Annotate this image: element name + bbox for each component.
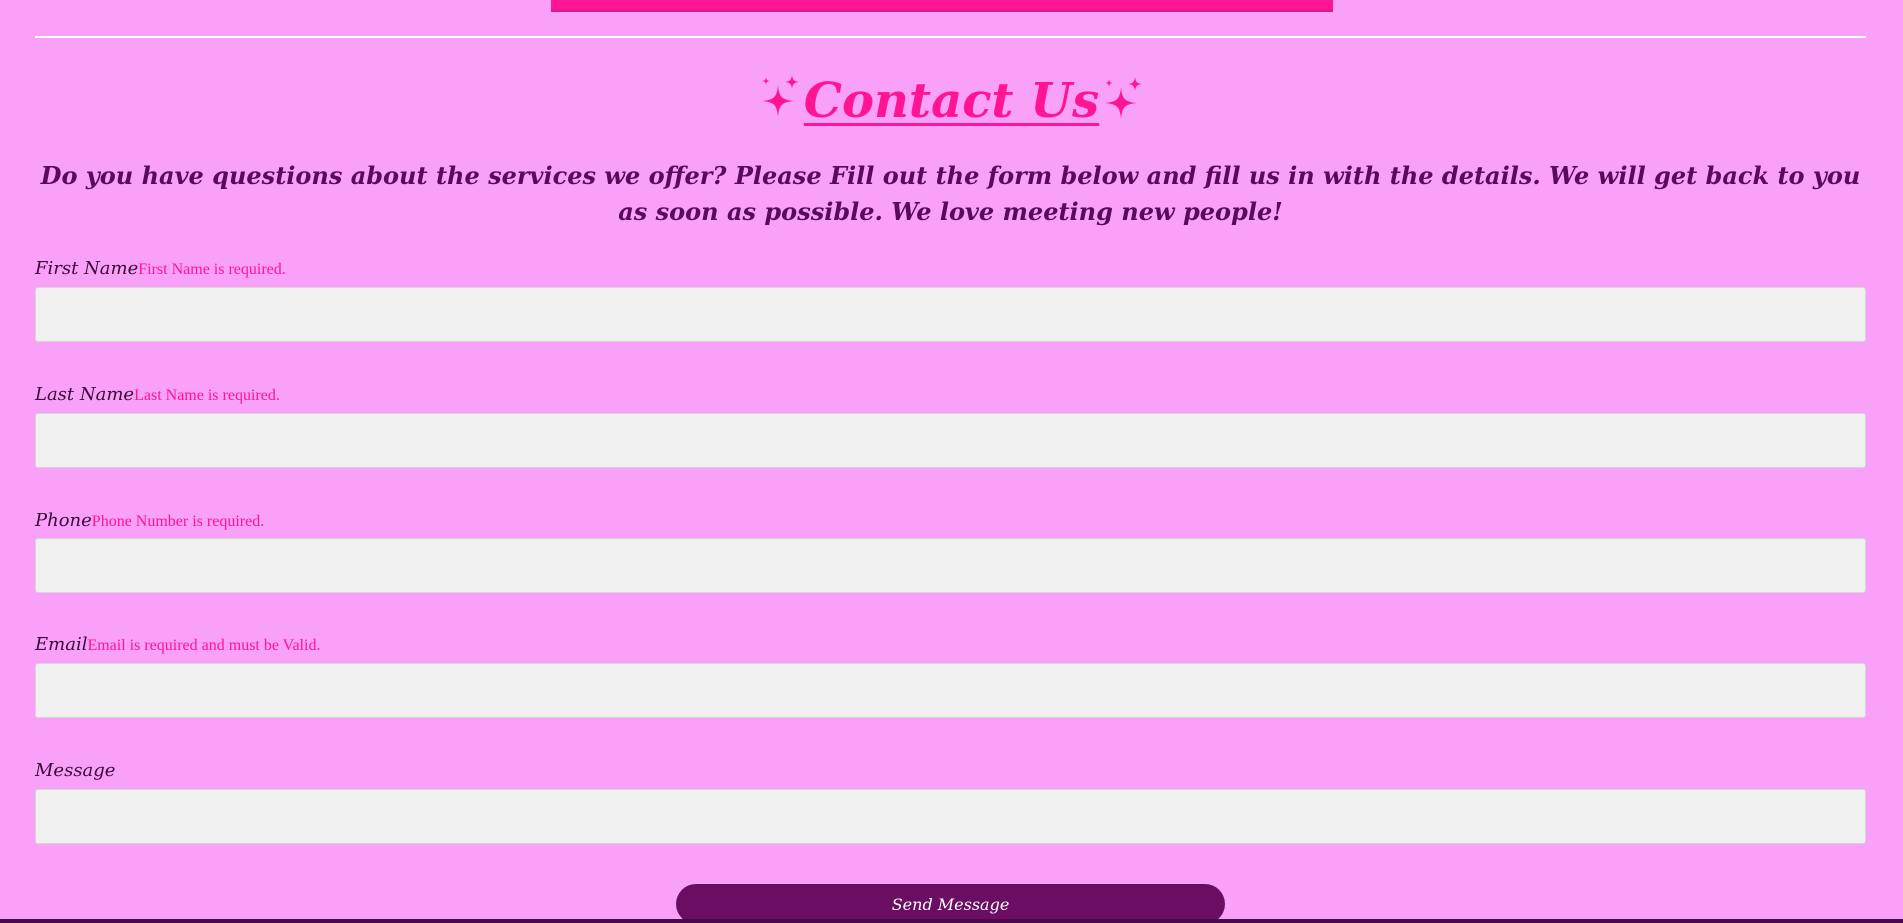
message-label-row: Message (35, 759, 115, 783)
last-name-input[interactable] (35, 413, 1866, 468)
email-label: Email (35, 634, 88, 655)
page-title-row: Contact Us (0, 66, 1903, 136)
first-name-error: First Name is required. (138, 261, 286, 278)
section-divider (35, 36, 1866, 38)
sparkles-icon (758, 73, 802, 129)
page-title: Contact Us (803, 73, 1100, 129)
last-name-error: Last Name is required. (134, 387, 280, 404)
last-name-label: Last Name (35, 384, 135, 405)
send-message-button[interactable]: Send Message (676, 884, 1225, 923)
sparkles-icon (1101, 73, 1145, 129)
email-input[interactable] (35, 663, 1866, 718)
last-name-label-row: Last NameLast Name is required. (35, 383, 280, 407)
message-label: Message (35, 760, 116, 781)
first-name-label-row: First NameFirst Name is required. (35, 257, 286, 281)
phone-input[interactable] (35, 538, 1866, 593)
page-bottom-edge (0, 919, 1903, 923)
top-accent-bar-rim (551, 10, 1333, 12)
first-name-input[interactable] (35, 287, 1866, 342)
phone-error: Phone Number is required. (91, 513, 265, 530)
intro-text: Do you have questions about the services… (40, 161, 1861, 226)
email-label-row: EmailEmail is required and must be Valid… (35, 633, 320, 657)
phone-label: Phone (35, 510, 92, 531)
message-input[interactable] (35, 789, 1866, 844)
phone-label-row: PhonePhone Number is required. (35, 509, 264, 533)
email-error: Email is required and must be Valid. (87, 637, 321, 654)
first-name-label: First Name (35, 258, 139, 279)
